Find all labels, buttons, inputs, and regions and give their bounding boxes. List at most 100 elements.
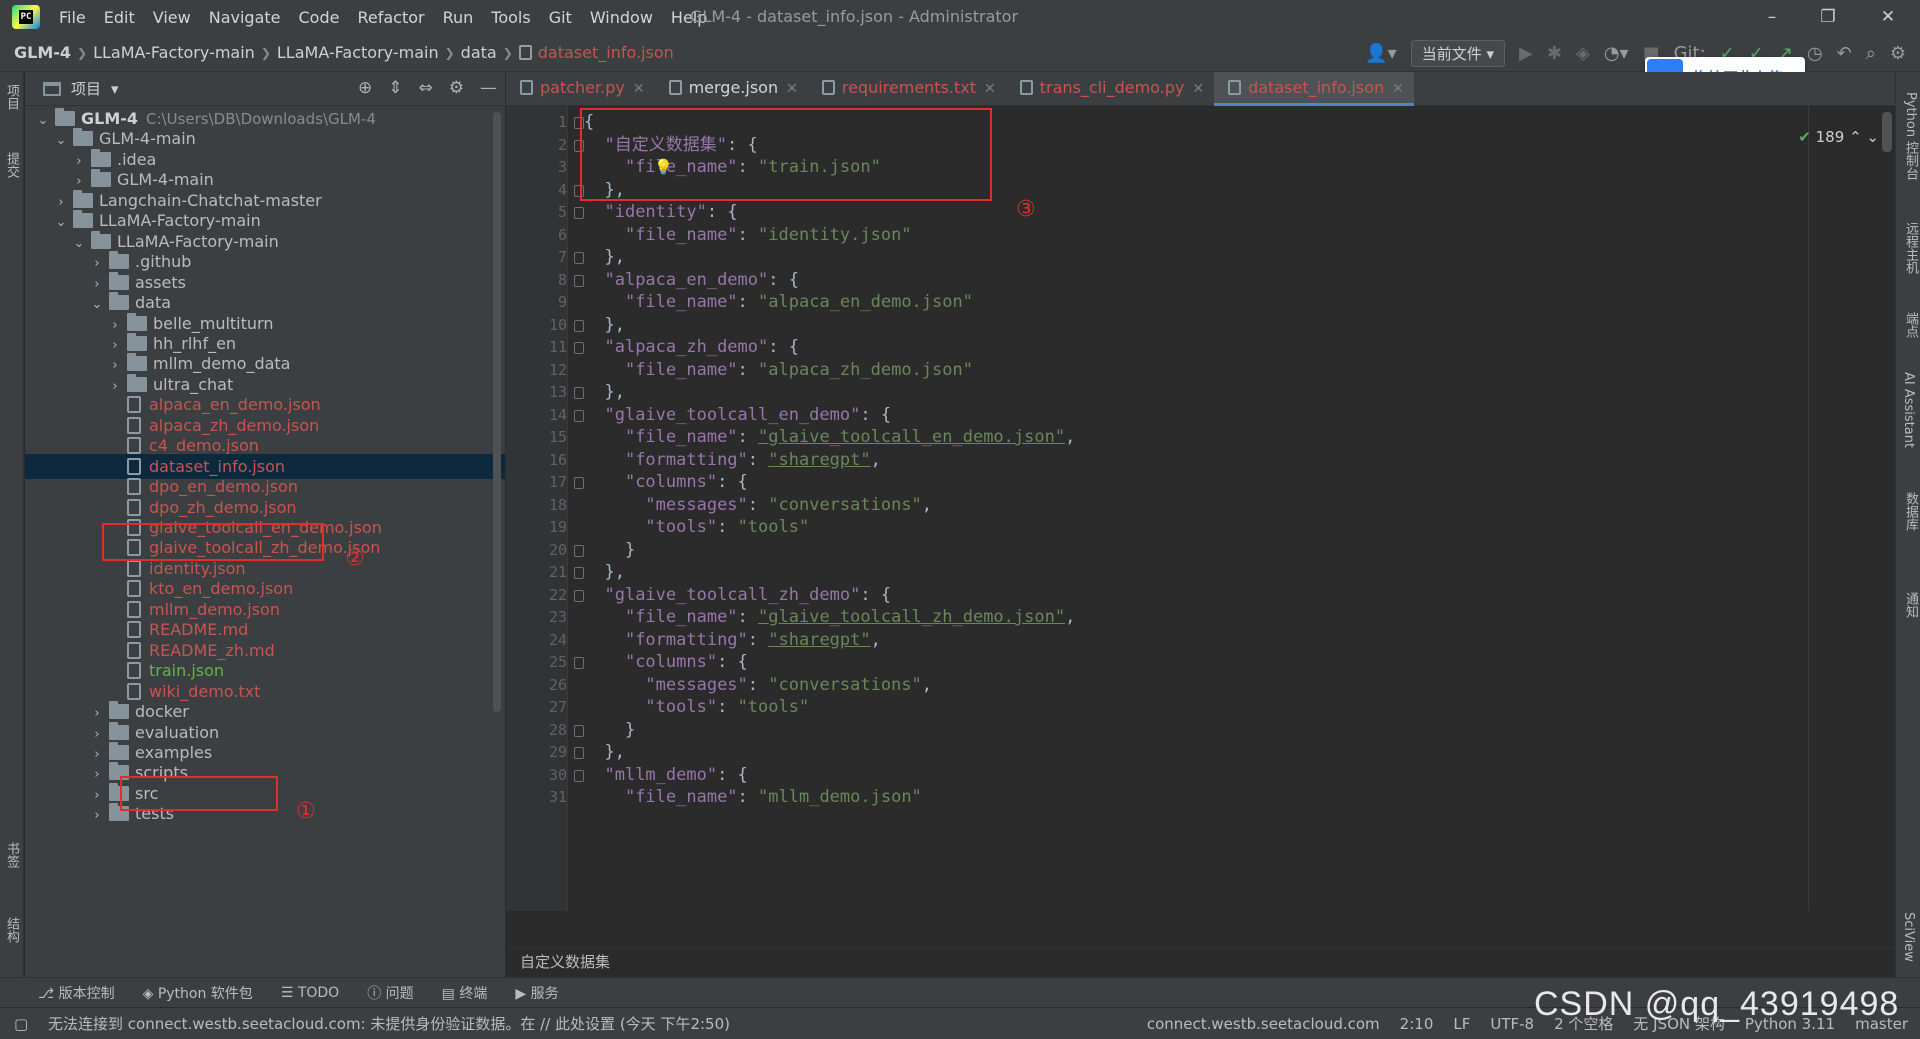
- tab-dataset-info-json[interactable]: dataset_info.json ✕: [1214, 72, 1414, 106]
- layout-icon[interactable]: ▢: [14, 1015, 28, 1033]
- breadcrumb-folder[interactable]: LLaMA-Factory-main: [93, 43, 255, 62]
- status-line-separator[interactable]: LF: [1453, 1015, 1470, 1033]
- commit-tool-button[interactable]: 提交: [2, 152, 21, 178]
- fold-marker-icon[interactable]: [574, 544, 584, 557]
- fold-marker-icon[interactable]: [574, 342, 584, 354]
- toolwindow-button[interactable]: ☰ TODO: [281, 985, 339, 1001]
- fold-marker-icon[interactable]: [574, 769, 584, 782]
- close-icon[interactable]: ✕: [633, 81, 645, 97]
- toolwindow-button[interactable]: ⎇ 版本控制: [38, 983, 115, 1003]
- chevron-down-icon[interactable]: ⌄: [1866, 128, 1879, 146]
- settings-icon[interactable]: ⚙: [1890, 43, 1906, 64]
- inspection-widget[interactable]: ✔ 189 ⌃ ⌄: [1798, 128, 1879, 146]
- toolwindow-button[interactable]: ⓘ 问题: [367, 983, 413, 1003]
- fold-marker-icon[interactable]: [574, 252, 584, 264]
- remote-host-tool-button[interactable]: 远程主机: [1901, 222, 1920, 274]
- database-tool-button[interactable]: 数据库: [1901, 492, 1920, 531]
- user-icon[interactable]: 👤▾: [1365, 43, 1396, 64]
- menu-item-refactor[interactable]: Refactor: [348, 8, 433, 27]
- run-config-dropdown[interactable]: 当前文件 ▾: [1410, 39, 1506, 67]
- locate-icon[interactable]: ⊕: [358, 78, 372, 98]
- fold-marker-icon[interactable]: [574, 409, 584, 422]
- history-icon[interactable]: ◷: [1807, 43, 1823, 64]
- close-window-button[interactable]: ✕: [1860, 0, 1916, 34]
- breadcrumb-file[interactable]: dataset_info.json: [538, 43, 674, 62]
- sciview-tool-button[interactable]: SciView: [1901, 912, 1916, 962]
- breadcrumb-folder[interactable]: LLaMA-Factory-main: [277, 43, 439, 62]
- collapse-all-icon[interactable]: ⇔: [419, 78, 433, 98]
- endpoints-tool-button[interactable]: 端点: [1901, 312, 1920, 338]
- project-tree-scrollbar[interactable]: [493, 112, 501, 712]
- folder-icon: [91, 230, 111, 249]
- close-icon[interactable]: ✕: [984, 81, 996, 97]
- toolwindow-button[interactable]: ▤ 终端: [442, 983, 488, 1003]
- menu-item-git[interactable]: Git: [540, 8, 581, 27]
- restore-button[interactable]: ❐: [1800, 0, 1856, 34]
- fold-marker-icon[interactable]: [574, 207, 584, 219]
- hide-icon[interactable]: —: [480, 78, 497, 98]
- menu-item-run[interactable]: Run: [434, 8, 483, 27]
- toolwindow-button[interactable]: ▶ 服务: [515, 983, 558, 1003]
- fold-marker-icon[interactable]: [574, 589, 584, 602]
- editor-scrollbar[interactable]: [1882, 112, 1892, 152]
- folder-icon: [91, 169, 111, 188]
- python-console-tool-button[interactable]: Python 控制台: [1901, 92, 1920, 180]
- toolwindow-button[interactable]: ◈ Python 软件包: [143, 983, 253, 1003]
- project-panel-title[interactable]: 项目: [71, 78, 101, 99]
- tab-patcher-py[interactable]: patcher.py ✕: [506, 72, 655, 106]
- breadcrumb-project[interactable]: GLM-4: [14, 43, 71, 62]
- close-icon[interactable]: ✕: [786, 81, 798, 97]
- chevron-down-icon[interactable]: ▾: [111, 80, 119, 98]
- code-view[interactable]: { "自定义数据集": { "file_name": "train.json" …: [568, 106, 1895, 911]
- folder-icon: [73, 189, 93, 208]
- folder-icon: [109, 271, 129, 290]
- breadcrumb-folder[interactable]: data: [461, 43, 497, 62]
- fold-marker-icon[interactable]: [574, 387, 584, 399]
- status-message[interactable]: 无法连接到 connect.westb.seetacloud.com: 未提供身…: [48, 1013, 730, 1034]
- menu-item-view[interactable]: View: [144, 8, 200, 27]
- file-icon: [127, 457, 141, 475]
- code-line[interactable]: "file_name": "alpaca_zh_demo.json": [584, 357, 973, 384]
- fold-marker-icon[interactable]: [574, 567, 584, 579]
- minimize-button[interactable]: –: [1744, 0, 1800, 34]
- notifications-tool-button[interactable]: 通知: [1901, 592, 1920, 618]
- expand-all-icon[interactable]: ⇕: [388, 78, 402, 98]
- debug-icon[interactable]: ✱: [1547, 43, 1562, 64]
- close-icon[interactable]: ✕: [1192, 81, 1204, 97]
- code-line[interactable]: "file_name": "identity.json": [584, 222, 912, 249]
- gear-icon[interactable]: ⚙: [449, 78, 464, 98]
- ai-assistant-tool-button[interactable]: AI Assistant: [1901, 372, 1916, 448]
- code-line[interactable]: "file_name": "mllm_demo.json": [584, 784, 922, 811]
- run-icon[interactable]: ▶: [1519, 43, 1533, 64]
- menu-item-edit[interactable]: Edit: [95, 8, 144, 27]
- fold-marker-icon[interactable]: [574, 477, 584, 489]
- project-tool-button[interactable]: 项目: [2, 84, 21, 110]
- fold-marker-icon[interactable]: [574, 657, 584, 669]
- chevron-right-icon[interactable]: ›: [89, 803, 105, 828]
- status-position[interactable]: 2:10: [1400, 1015, 1434, 1033]
- chevron-up-icon[interactable]: ⌃: [1849, 128, 1862, 146]
- fold-marker-icon[interactable]: [574, 274, 584, 287]
- menu-item-tools[interactable]: Tools: [482, 8, 539, 27]
- profile-icon[interactable]: ◔▾: [1604, 43, 1629, 64]
- tab-requirements-txt[interactable]: requirements.txt ✕: [808, 72, 1006, 106]
- menu-item-file[interactable]: File: [50, 8, 95, 27]
- tab-merge-json[interactable]: merge.json ✕: [655, 72, 808, 106]
- rollback-icon[interactable]: ↶: [1837, 43, 1852, 64]
- menu-item-code[interactable]: Code: [290, 8, 349, 27]
- tab-trans-cli-demo-py[interactable]: trans_cli_demo.py ✕: [1006, 72, 1214, 106]
- coverage-icon[interactable]: ◈: [1576, 43, 1590, 64]
- fold-marker-icon[interactable]: [574, 747, 584, 759]
- search-icon[interactable]: ⌕: [1866, 43, 1876, 64]
- status-host[interactable]: connect.westb.seetacloud.com: [1147, 1015, 1380, 1033]
- fold-marker-icon[interactable]: [574, 724, 584, 737]
- menu-item-navigate[interactable]: Navigate: [200, 8, 290, 27]
- status-encoding[interactable]: UTF-8: [1490, 1015, 1534, 1033]
- menu-item-window[interactable]: Window: [581, 8, 662, 27]
- structure-tool-button[interactable]: 结构: [2, 917, 21, 943]
- bookmarks-tool-button[interactable]: 书签: [2, 842, 21, 868]
- editor-breadcrumb[interactable]: 自定义数据集: [506, 947, 1895, 977]
- close-icon[interactable]: ✕: [1392, 81, 1404, 97]
- fold-marker-icon[interactable]: [574, 319, 584, 332]
- code-line[interactable]: "file_name": "alpaca_en_demo.json": [584, 289, 973, 316]
